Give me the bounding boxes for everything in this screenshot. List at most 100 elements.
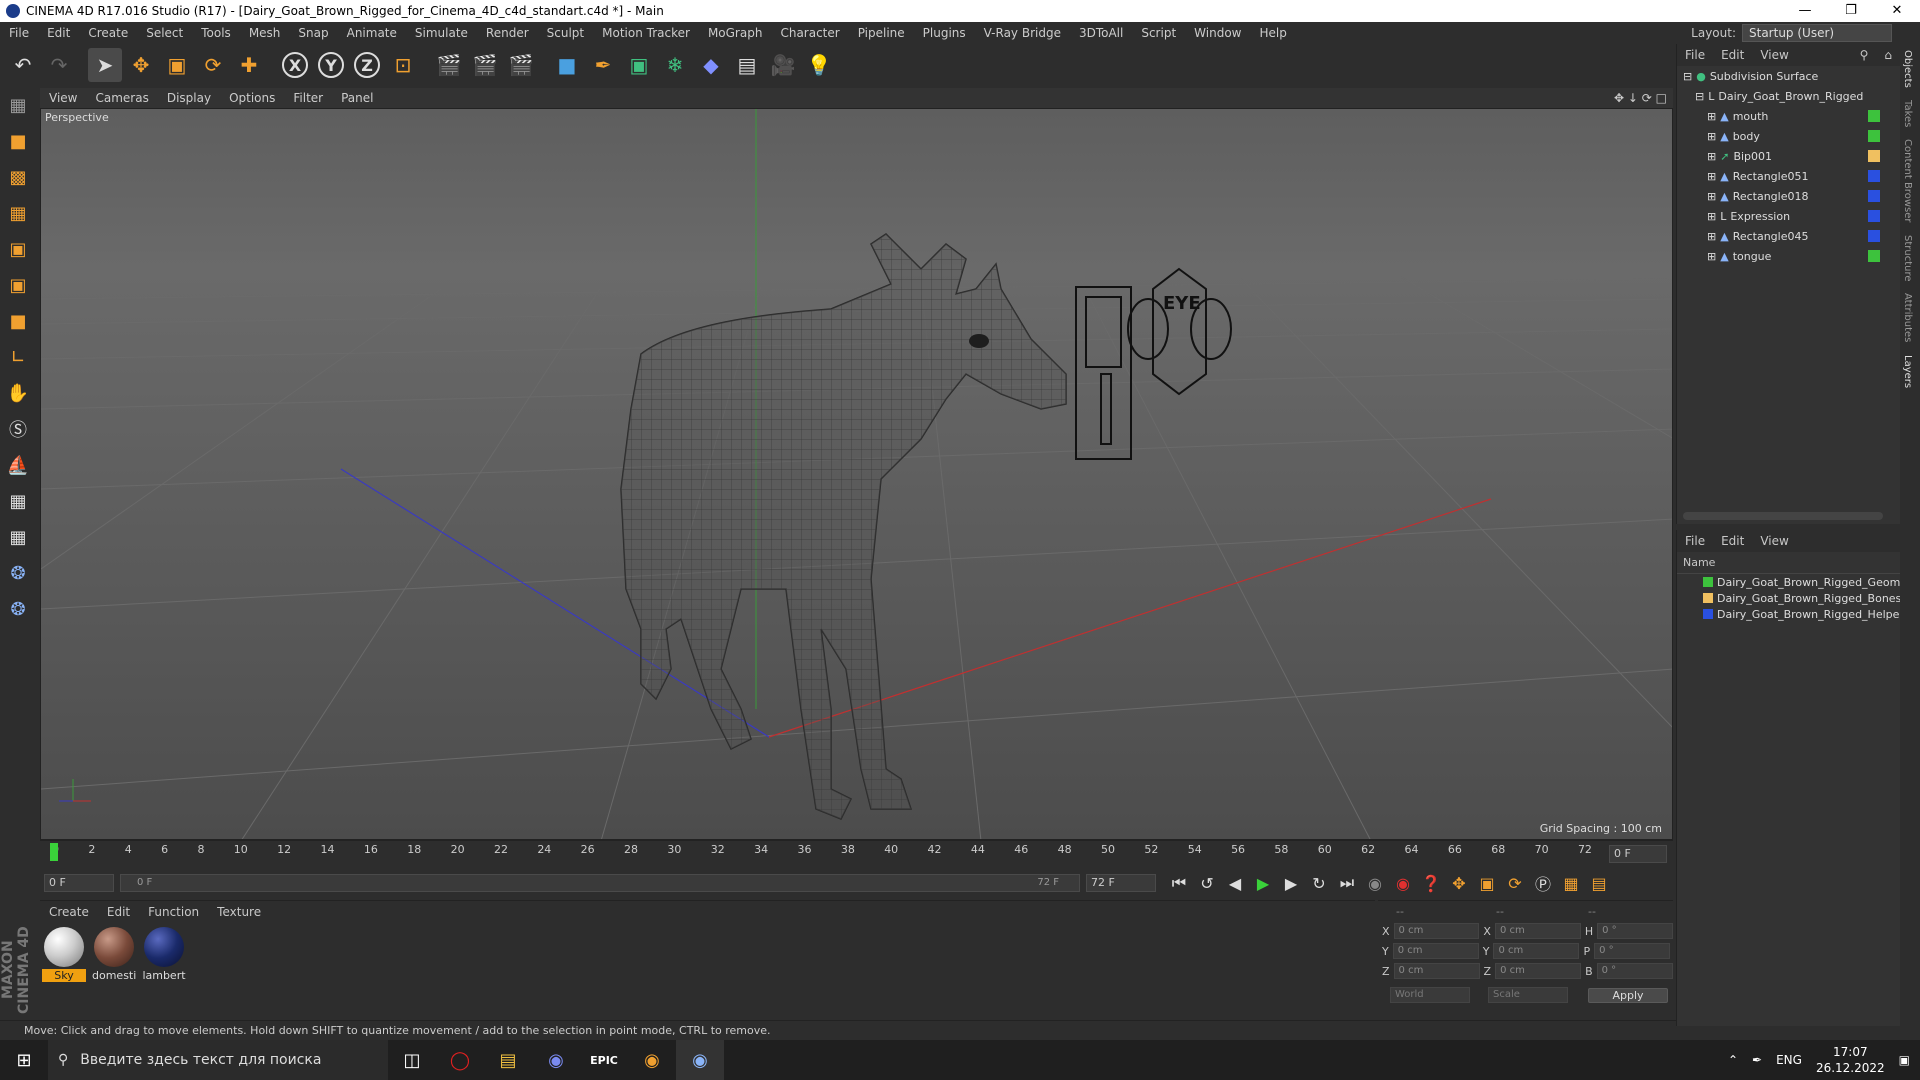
position-y-field[interactable]: 0 cm (1392, 943, 1479, 959)
viewport-nav-icons[interactable]: ✥ ↓ ⟳ □ (1614, 91, 1667, 105)
menu-vray-bridge[interactable]: V-Ray Bridge (975, 26, 1070, 40)
windows-start-icon[interactable]: ⊞ (0, 1040, 48, 1080)
workplane-lock-icon[interactable]: ▦ (1, 484, 35, 518)
mat-menu-create[interactable]: Create (40, 905, 98, 919)
viewport-menu-panel[interactable]: Panel (332, 91, 382, 105)
rotate-tool-icon[interactable]: ⟳ (196, 48, 230, 82)
array-generator-icon[interactable]: ❄ (658, 48, 692, 82)
pen-icon[interactable]: ✒ (1752, 1053, 1762, 1067)
undo-icon[interactable]: ↶ (6, 48, 40, 82)
axis-mode-icon[interactable]: ∟ (1, 340, 35, 374)
tab-takes[interactable]: Takes (1900, 94, 1915, 133)
layer-color-tag[interactable] (1868, 250, 1880, 262)
object-row-body[interactable]: ⊞ ▲ body (1677, 126, 1900, 146)
autokey-icon[interactable]: ◉ (1390, 870, 1416, 896)
obj-menu-edit[interactable]: Edit (1713, 48, 1752, 62)
close-button[interactable]: ✕ (1874, 0, 1920, 22)
previous-frame-icon[interactable]: ◀ (1222, 870, 1248, 896)
menu-simulate[interactable]: Simulate (406, 26, 477, 40)
layer-color-swatch[interactable] (1703, 593, 1713, 603)
workplane-mode-icon[interactable]: ▦ (1, 196, 35, 230)
floor-icon[interactable]: ▤ (730, 48, 764, 82)
layer-menu-file[interactable]: File (1677, 534, 1713, 548)
layer-color-swatch[interactable] (1703, 609, 1713, 619)
layer-color-tag[interactable] (1868, 130, 1880, 142)
menu-pipeline[interactable]: Pipeline (849, 26, 914, 40)
keyframe-selection-icon[interactable]: ❓ (1418, 870, 1444, 896)
menu-render[interactable]: Render (477, 26, 538, 40)
menu-character[interactable]: Character (771, 26, 848, 40)
expand-icon[interactable]: ⊞ (1707, 230, 1716, 243)
mat-menu-texture[interactable]: Texture (208, 905, 270, 919)
taskbar-search[interactable]: ⚲ Введите здесь текст для поиска (48, 1040, 388, 1080)
menu-tools[interactable]: Tools (192, 26, 240, 40)
pla-key-icon[interactable]: ▦ (1558, 870, 1584, 896)
parameter-key-icon[interactable]: Ⓟ (1530, 870, 1556, 896)
menu-animate[interactable]: Animate (338, 26, 406, 40)
rotation-p-field[interactable]: 0 ° (1594, 943, 1671, 959)
menu-mograph[interactable]: MoGraph (699, 26, 772, 40)
material-lambert[interactable]: lambert (142, 927, 186, 982)
python-script-2-icon[interactable]: ❂ (1, 592, 35, 626)
x-axis-lock-icon[interactable]: X (278, 48, 312, 82)
perspective-viewport[interactable]: EYE Perspective Grid Spacing : 100 cm (40, 108, 1673, 840)
clock[interactable]: 17:07 26.12.2022 (1816, 1044, 1885, 1076)
object-row-tongue[interactable]: ⊞ ▲ tongue (1677, 246, 1900, 266)
light-icon[interactable]: 💡 (802, 48, 836, 82)
expand-icon[interactable]: ⊞ (1707, 190, 1716, 203)
add-tool-icon[interactable]: ✚ (232, 48, 266, 82)
object-row-expression[interactable]: ⊞ L Expression (1677, 206, 1900, 226)
current-frame-field[interactable]: 0 F (1609, 845, 1667, 863)
points-mode-icon[interactable]: ▣ (1, 232, 35, 266)
scale-key-icon[interactable]: ▣ (1474, 870, 1500, 896)
minimize-button[interactable]: — (1782, 0, 1828, 22)
menu-snap[interactable]: Snap (289, 26, 337, 40)
object-row-rectangle051[interactable]: ⊞ ▲ Rectangle051 (1677, 166, 1900, 186)
edges-mode-icon[interactable]: ▣ (1, 268, 35, 302)
menu-select[interactable]: Select (137, 26, 192, 40)
menu-3dtoall[interactable]: 3DToAll (1070, 26, 1132, 40)
scale-tool-icon[interactable]: ▣ (160, 48, 194, 82)
viewport-menu-view[interactable]: View (40, 91, 86, 105)
solo-icon[interactable]: Ⓢ (1, 412, 35, 446)
obj-menu-file[interactable]: File (1677, 48, 1713, 62)
y-axis-lock-icon[interactable]: Y (314, 48, 348, 82)
mat-menu-function[interactable]: Function (139, 905, 208, 919)
layer-color-tag[interactable] (1868, 210, 1880, 222)
layer-color-tag[interactable] (1868, 230, 1880, 242)
mat-menu-edit[interactable]: Edit (98, 905, 139, 919)
task-view-icon[interactable]: ◫ (388, 1040, 436, 1080)
timeline-ruler[interactable]: 0246810121416182022242628303234363840424… (40, 840, 1673, 866)
layer-row-helper[interactable]: Dairy_Goat_Brown_Rigged_Helper (1677, 606, 1904, 622)
cinema4d-taskbar-icon[interactable]: ◉ (676, 1040, 724, 1080)
workplane-align-icon[interactable]: ▦ (1, 520, 35, 554)
rotation-key-icon[interactable]: ⟳ (1502, 870, 1528, 896)
z-axis-lock-icon[interactable]: Z (350, 48, 384, 82)
frame-range-slider[interactable]: 0 F 72 F (120, 874, 1080, 892)
snap-icon[interactable]: ⛵ (1, 448, 35, 482)
layer-menu-view[interactable]: View (1752, 534, 1796, 548)
expand-icon[interactable]: ⊞ (1707, 210, 1716, 223)
subdivision-surface-icon[interactable]: ▣ (622, 48, 656, 82)
move-tool-icon[interactable]: ✥ (124, 48, 158, 82)
cube-primitive-icon[interactable]: ■ (550, 48, 584, 82)
object-row-rectangle018[interactable]: ⊞ ▲ Rectangle018 (1677, 186, 1900, 206)
render-view-icon[interactable]: 🎬 (432, 48, 466, 82)
position-key-icon[interactable]: ✥ (1446, 870, 1472, 896)
pen-spline-icon[interactable]: ✒ (586, 48, 620, 82)
obj-menu-view[interactable]: View (1752, 48, 1796, 62)
tab-objects[interactable]: Objects (1900, 44, 1915, 94)
tweak-mode-icon[interactable]: ✋ (1, 376, 35, 410)
rotation-b-field[interactable]: 0 ° (1596, 963, 1673, 979)
previous-key-icon[interactable]: ↺ (1194, 870, 1220, 896)
layer-color-tag[interactable] (1868, 190, 1880, 202)
render-settings-icon[interactable]: 🎬 (504, 48, 538, 82)
tab-structure[interactable]: Structure (1900, 229, 1915, 288)
menu-create[interactable]: Create (79, 26, 137, 40)
apply-button[interactable]: Apply (1588, 987, 1668, 1003)
next-frame-icon[interactable]: ▶ (1278, 870, 1304, 896)
size-y-field[interactable]: 0 cm (1493, 943, 1580, 959)
file-explorer-icon[interactable]: ▤ (484, 1040, 532, 1080)
deformer-icon[interactable]: ◆ (694, 48, 728, 82)
expand-icon[interactable]: ⊟ (1683, 70, 1692, 83)
